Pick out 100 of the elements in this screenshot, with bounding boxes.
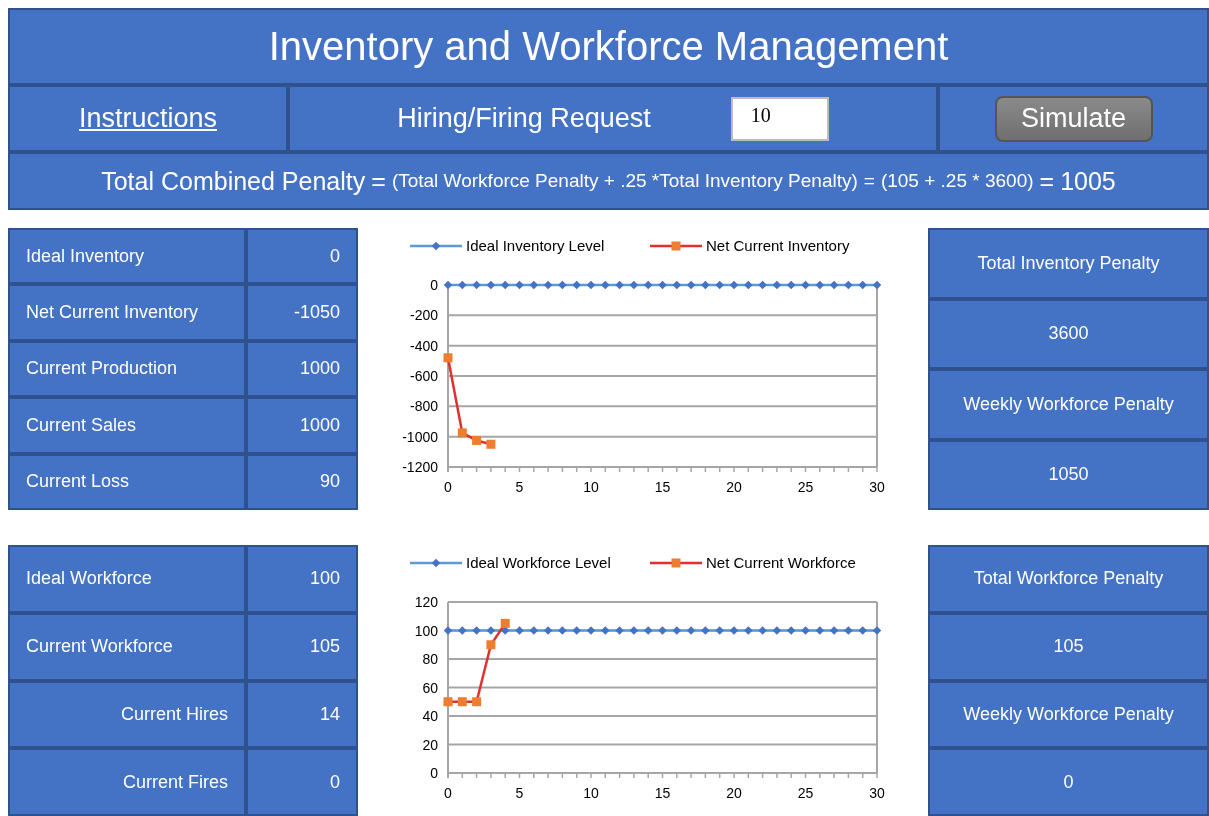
summary-cell: Weekly Workforce Penalty [928,680,1209,749]
axis-label: -800 [409,398,438,415]
value-cell: 1000 [246,397,358,454]
axis-label: 0 [430,765,438,781]
data-point [715,626,724,635]
data-point [472,697,482,707]
data-point [543,280,553,290]
data-point [615,280,624,290]
data-point [772,626,782,635]
axis-label: -400 [409,337,438,354]
axis-label: 25 [797,479,814,495]
data-point [458,280,467,290]
data-point [815,626,825,635]
label-cell: Current Loss [8,453,246,510]
data-point [829,280,839,290]
summary-cell: 105 [928,612,1209,681]
value-cell: 14 [246,680,358,749]
formula-text: = [371,166,386,196]
data-point [671,558,681,568]
value-cell: 100 [246,545,358,613]
axis-label: -1000 [402,428,438,445]
legend-label: Net Current Inventory [706,237,850,254]
data-point [515,280,524,290]
data-point [729,280,739,290]
data-point [472,435,482,445]
request-field[interactable]: 10 [730,96,829,141]
axis-label: 30 [869,479,885,495]
data-point [658,626,667,635]
data-point [586,626,596,635]
data-point [586,280,596,290]
legend-label: Ideal Workforce Level [466,554,611,571]
summary-cell: 3600 [928,298,1209,369]
data-point [858,626,867,635]
data-point [529,626,539,635]
data-point [515,626,524,635]
axis-label: 10 [583,785,599,801]
axis-label: 0 [430,277,438,293]
axis-label: 15 [654,479,671,495]
data-point [872,280,882,290]
data-point [629,280,639,290]
request-label: Hiring/Firing Request [397,103,651,134]
axis-label: 0 [444,785,452,801]
data-point [558,626,567,635]
value-cell: -1050 [246,284,358,341]
data-point [457,428,467,438]
label-cell: Ideal Workforce [8,545,246,613]
axis-label: 60 [422,679,438,696]
legend-label: Net Current Workforce [706,554,856,571]
data-point [572,626,581,635]
data-point [601,280,610,290]
data-point [431,241,441,251]
data-point [672,280,682,290]
value-cell: 0 [246,228,358,285]
value-cell: 105 [246,612,358,681]
summary-cell: 0 [928,748,1209,816]
data-point [601,626,610,635]
axis-label: -1200 [402,459,438,475]
legend-label: Ideal Inventory Level [466,237,605,254]
data-point [558,280,567,290]
summary-cell: Total Workforce Penalty [928,545,1209,613]
data-point [858,280,867,290]
axis-label: 120 [414,594,438,610]
label-cell: Current Workforce [8,612,246,681]
formula-text: (105 + .25 * 3600) [880,170,1034,192]
axis-label: 5 [515,785,524,801]
data-point [758,626,767,635]
axis-label: 30 [869,785,885,801]
data-point [801,626,810,635]
data-point [744,280,753,290]
axis-label: 5 [515,479,524,495]
data-point [686,626,696,635]
value-cell: 0 [246,748,358,816]
data-point [643,626,653,635]
data-point [829,626,839,635]
data-point [629,626,639,635]
data-point [701,626,710,635]
simulate-button[interactable]: Simulate [994,95,1153,142]
axis-label: 25 [797,785,814,801]
data-point [701,280,710,290]
label-cell: Net Current Inventory [8,284,246,341]
value-cell: 1000 [246,340,358,398]
data-point [472,626,481,635]
page-title: Inventory and Workforce Management [8,8,1209,85]
data-point [431,558,441,568]
data-point [744,626,753,635]
data-point [643,280,653,290]
data-point [443,697,453,707]
axis-label: 0 [444,479,452,495]
data-point [786,626,796,635]
data-point [758,280,767,290]
data-point [572,280,581,290]
formula-text: = [863,170,875,192]
data-point [615,626,624,635]
formula-text: = [1039,166,1055,196]
data-point [457,697,467,707]
label-cell: Ideal Inventory [8,228,246,285]
label-cell: Current Production [8,340,246,398]
data-point [815,280,825,290]
data-point [658,280,667,290]
data-point [686,280,696,290]
